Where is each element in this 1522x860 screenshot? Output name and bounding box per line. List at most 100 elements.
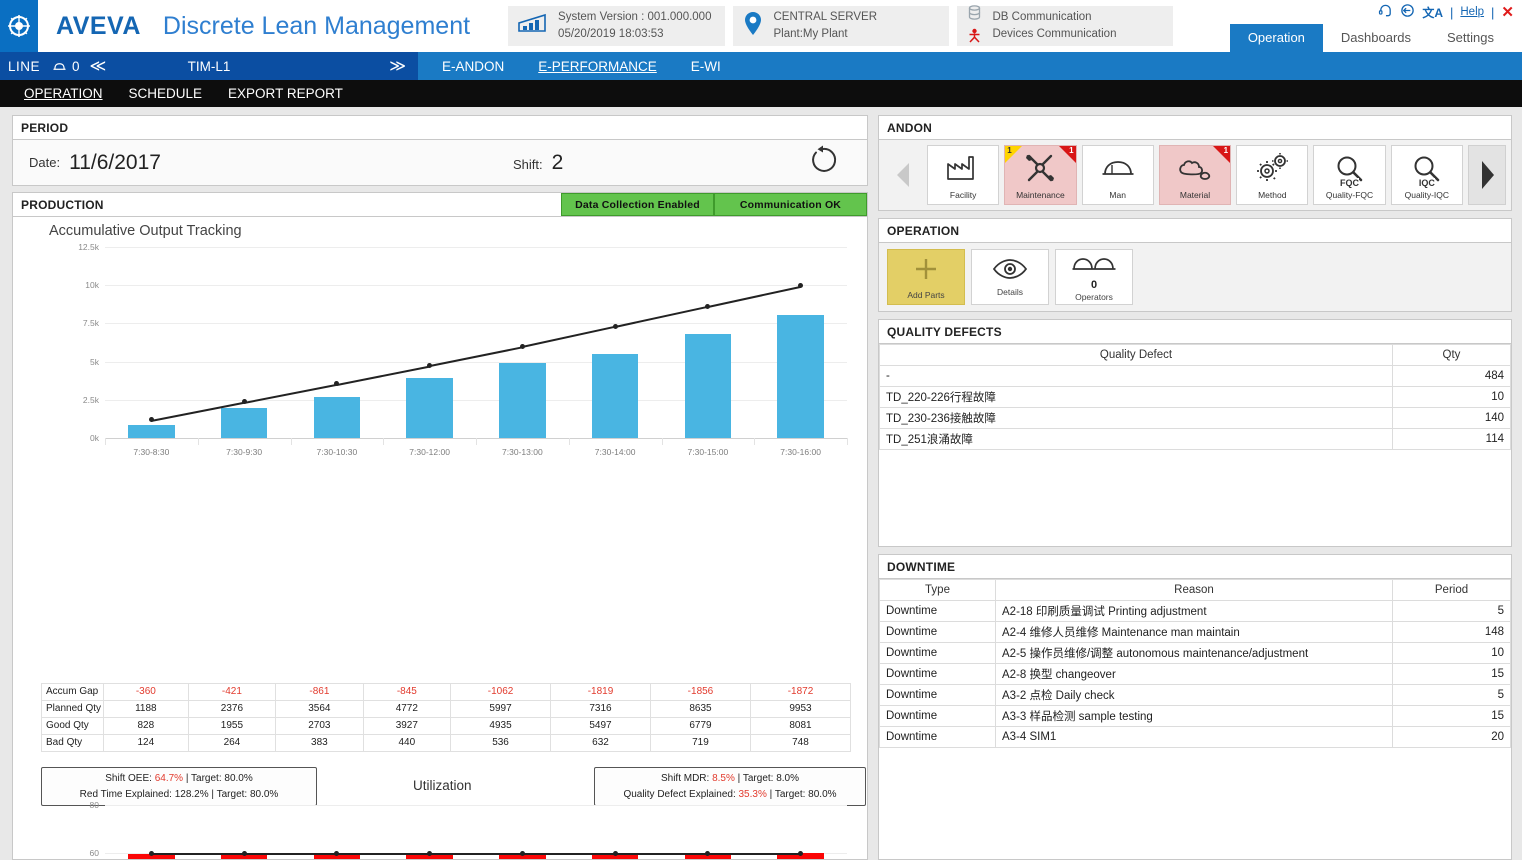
aveva-logo-icon — [0, 0, 38, 52]
downtime-table-scroll[interactable]: Type Reason Period Downtime A2-18 印刷质量调试 … — [879, 579, 1511, 859]
andon-tile-iqc[interactable]: IQC Quality-IQC — [1390, 145, 1463, 205]
table-row[interactable]: TD_251浪涌故障 114 — [879, 428, 1511, 450]
row-label: Bad Qty — [41, 734, 104, 752]
andon-tile-man[interactable]: Man — [1081, 145, 1154, 205]
tab-settings[interactable]: Settings — [1429, 24, 1512, 52]
chart-data-point[interactable] — [241, 399, 247, 405]
table-cell: 4935 — [450, 717, 552, 735]
tab-operation[interactable]: Operation — [1229, 24, 1323, 52]
chevron-right-icon[interactable]: ≫ — [389, 56, 406, 76]
logout-icon[interactable] — [1400, 3, 1415, 21]
main-tab-bar: Operation Dashboards Settings — [1229, 24, 1512, 52]
table-header-row: Quality Defect Qty — [879, 344, 1511, 366]
downtime-type: Downtime — [879, 726, 996, 748]
language-icon[interactable]: 文A — [1422, 4, 1443, 21]
production-qty-table: Accum Gap -360 -421 -861 -845 -1062 -1819 -1856… — [41, 683, 852, 752]
andon-tile-facility[interactable]: Facility — [927, 145, 1000, 205]
chart-data-point[interactable] — [798, 283, 804, 289]
chart-line-segment — [336, 853, 430, 855]
status-card-server: CENTRAL SERVER Plant:My Plant — [733, 6, 950, 46]
chart-data-point[interactable] — [612, 850, 618, 856]
gridline — [105, 247, 847, 248]
subnav-operation[interactable]: OPERATION — [24, 86, 103, 101]
operators-label: Operators — [1075, 292, 1113, 302]
location-pin-icon — [743, 11, 763, 42]
chart-line-segment — [522, 853, 616, 855]
refresh-icon[interactable] — [807, 144, 839, 181]
operators-button[interactable]: 0 Operators — [1055, 249, 1133, 305]
subnav-schedule[interactable]: SCHEDULE — [129, 86, 203, 101]
table-row[interactable]: Downtime A3-3 样品检测 sample testing 15 — [879, 705, 1511, 727]
table-row[interactable]: TD_220-226行程故障 10 — [879, 386, 1511, 408]
y-axis-tick-label: 0k — [90, 433, 99, 443]
chart-bar[interactable] — [591, 354, 639, 438]
utilization-chart-title: Utilization — [413, 778, 472, 793]
chart-data-point[interactable] — [612, 323, 618, 329]
status-badge-communication[interactable]: Communication OK — [714, 193, 867, 216]
defect-qty: 10 — [1392, 386, 1511, 408]
downtime-type: Downtime — [879, 600, 996, 622]
subnav-export-report[interactable]: EXPORT REPORT — [228, 86, 343, 101]
help-link[interactable]: Help — [1460, 6, 1484, 18]
chart-bar[interactable] — [684, 334, 732, 438]
table-cell: -1872 — [749, 683, 852, 701]
chart-data-point[interactable] — [798, 850, 804, 856]
x-axis-tick-label: 7:30-14:00 — [594, 447, 636, 457]
sub-nav: OPERATION SCHEDULE EXPORT REPORT — [0, 80, 1522, 107]
shift-value[interactable]: 2 — [552, 151, 564, 175]
row-label: Good Qty — [41, 717, 104, 735]
close-icon[interactable]: ✕ — [1501, 3, 1514, 21]
chevron-left-icon[interactable]: ≪ — [90, 56, 107, 76]
add-parts-button[interactable]: Add Parts — [887, 249, 965, 305]
andon-tile-method[interactable]: Method — [1236, 145, 1309, 205]
table-row[interactable]: Downtime A2-5 操作员维修/调整 autonomous mainten… — [879, 642, 1511, 664]
table-row[interactable]: Downtime A3-2 点检 Daily check 5 — [879, 684, 1511, 706]
quality-defects-table-scroll[interactable]: Quality Defect Qty -484 TD_220-226行程故障 10 T… — [879, 344, 1511, 546]
chart-data-point[interactable] — [241, 850, 247, 856]
header-actions: 文A | Help | ✕ — [1378, 3, 1514, 21]
chart-bar[interactable] — [406, 377, 453, 438]
table-row[interactable]: Downtime A3-4 SIM1 20 — [879, 726, 1511, 748]
chart-data-point[interactable] — [705, 850, 711, 856]
table-cell: 536 — [450, 734, 552, 752]
chart-data-point[interactable] — [427, 850, 433, 856]
status-badge-data-collection[interactable]: Data Collection Enabled — [561, 193, 714, 216]
headset-icon[interactable] — [1378, 3, 1393, 21]
x-axis-tick-label: 7:30-12:00 — [409, 447, 450, 457]
table-cell: 3927 — [362, 717, 452, 735]
chart-bar[interactable] — [220, 408, 268, 438]
chart-bar[interactable] — [313, 396, 361, 438]
table-row[interactable]: Downtime A2-4 维修人员维修 Maintenance man main… — [879, 621, 1511, 643]
server-name-text: CENTRAL SERVER — [773, 11, 878, 24]
module-e-performance[interactable]: E-PERFORMANCE — [538, 59, 657, 74]
table-cell: 8081 — [749, 717, 852, 735]
chart-data-point[interactable] — [148, 850, 154, 856]
right-column: ANDON Facility 1 1 Maintenance Man 1 Material M… — [878, 115, 1512, 860]
andon-tile-maintenance[interactable]: 1 1 Maintenance — [1004, 145, 1077, 205]
table-row[interactable]: Downtime A2-8 换型 changeover 15 — [879, 663, 1511, 685]
table-row[interactable]: TD_230-236接触故障 140 — [879, 407, 1511, 429]
chart-data-point[interactable] — [705, 303, 711, 309]
andon-tile-fqc[interactable]: FQC Quality-FQC — [1313, 145, 1386, 205]
alarm-indicator[interactable]: 0 — [52, 59, 80, 74]
date-value[interactable]: 11/6/2017 — [69, 151, 161, 175]
chart-bar[interactable] — [499, 362, 546, 438]
module-e-andon[interactable]: E-ANDON — [442, 59, 504, 74]
chart-data-point[interactable] — [334, 850, 340, 856]
andon-next-button[interactable] — [1468, 145, 1506, 205]
chart-data-point[interactable] — [519, 850, 525, 856]
chart-data-point[interactable] — [519, 343, 525, 349]
chart-bar[interactable] — [777, 314, 824, 438]
andon-prev-button[interactable] — [884, 145, 922, 205]
module-e-wi[interactable]: E-WI — [691, 59, 721, 74]
table-row[interactable]: -484 — [879, 365, 1511, 387]
table-cell: -861 — [275, 683, 364, 701]
tab-dashboards[interactable]: Dashboards — [1323, 24, 1429, 52]
details-button[interactable]: Details — [971, 249, 1049, 305]
downtime-reason: A3-3 样品检测 sample testing — [995, 705, 1393, 727]
chart-bar[interactable] — [128, 425, 175, 438]
andon-tile-material[interactable]: 1 Material — [1158, 145, 1232, 205]
chart-data-point[interactable] — [427, 362, 433, 368]
x-axis-tick — [661, 438, 663, 445]
table-row[interactable]: Downtime A2-18 印刷质量调试 Printing adjustment… — [879, 600, 1511, 622]
